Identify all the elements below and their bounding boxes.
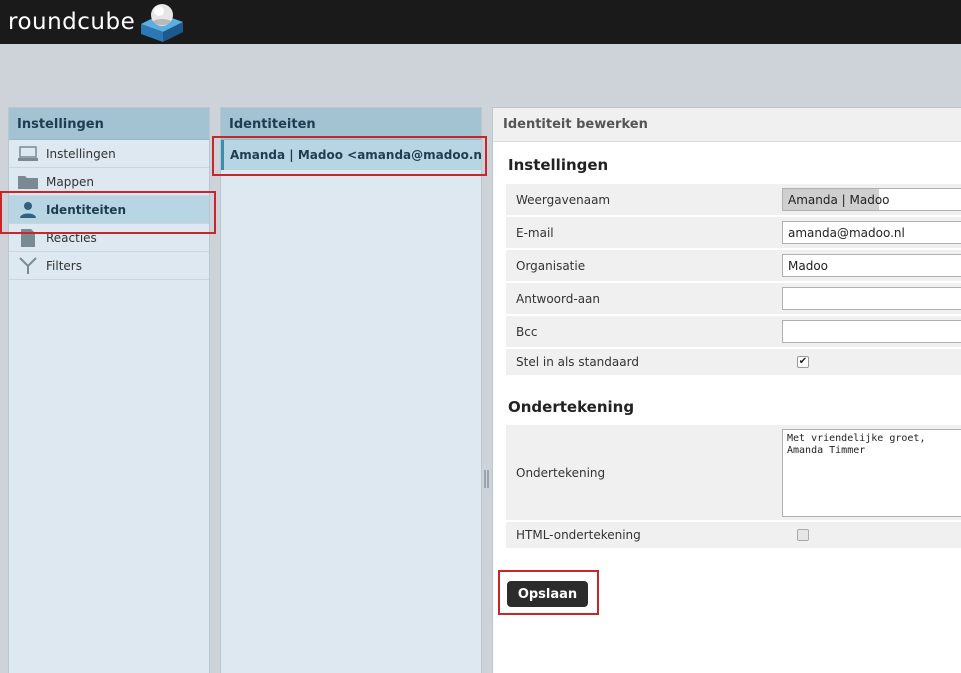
- default-row: Stel in als standaard ✔: [506, 349, 961, 377]
- identity-edit-panel: Identiteit bewerken Instellingen Weergav…: [492, 107, 961, 673]
- default-checkbox[interactable]: ✔: [797, 356, 809, 368]
- signature-row: Ondertekening Met vriendelijke groet, Am…: [506, 425, 961, 522]
- settings-panel-title: Instellingen: [9, 108, 209, 140]
- roundcube-logo[interactable]: roundcube: [8, 4, 185, 42]
- default-label: Stel in als standaard: [516, 355, 639, 369]
- email-input[interactable]: [782, 221, 961, 244]
- nav-item-filters[interactable]: Filters: [9, 252, 209, 280]
- panel-splitter[interactable]: [484, 470, 490, 492]
- display-name-input[interactable]: [782, 188, 961, 211]
- nav-item-label: Mappen: [46, 174, 94, 189]
- identity-settings-form: Weergavenaam E-mail Organisatie Antwoord…: [506, 184, 961, 377]
- settings-panel: Instellingen Instellingen Mappen Identit…: [8, 107, 210, 673]
- bcc-row: Bcc: [506, 316, 961, 349]
- nav-item-identiteiten[interactable]: Identiteiten: [9, 196, 209, 224]
- top-bar: roundcube: [0, 0, 961, 44]
- identities-panel: Identiteiten Amanda | Madoo <amanda@mado…: [220, 107, 482, 673]
- settings-section-title: Instellingen: [508, 156, 609, 174]
- organization-input[interactable]: [782, 254, 961, 277]
- save-button[interactable]: Opslaan: [507, 581, 588, 607]
- bcc-label: Bcc: [516, 324, 538, 339]
- email-label: E-mail: [516, 225, 554, 240]
- folder-icon: [18, 172, 38, 192]
- roundcube-cube-icon: [141, 4, 184, 42]
- nav-item-label: Reacties: [46, 230, 97, 245]
- reply-to-label: Antwoord-aan: [516, 291, 600, 306]
- nav-item-mappen[interactable]: Mappen: [9, 168, 209, 196]
- identities-panel-title: Identiteiten: [221, 108, 481, 140]
- html-signature-checkbox[interactable]: [797, 529, 809, 541]
- organization-label: Organisatie: [516, 258, 586, 273]
- email-row: E-mail: [506, 217, 961, 250]
- document-icon: [18, 228, 38, 248]
- person-icon: [18, 200, 38, 220]
- nav-item-label: Identiteiten: [46, 202, 126, 217]
- nav-item-reacties[interactable]: Reacties: [9, 224, 209, 252]
- signature-textarea[interactable]: Met vriendelijke groet, Amanda Timmer: [782, 428, 961, 517]
- reply-to-row: Antwoord-aan: [506, 283, 961, 316]
- identity-list-item[interactable]: Amanda | Madoo <amanda@madoo.n...: [221, 140, 481, 170]
- reply-to-input[interactable]: [782, 287, 961, 310]
- display-name-row: Weergavenaam: [506, 184, 961, 217]
- logo-text: roundcube: [8, 9, 136, 35]
- signature-label: Ondertekening: [516, 465, 606, 480]
- bcc-input[interactable]: [782, 320, 961, 343]
- filter-icon: [18, 256, 38, 276]
- nav-item-instellingen[interactable]: Instellingen: [9, 140, 209, 168]
- html-signature-row: HTML-ondertekening: [506, 522, 961, 550]
- nav-item-label: Filters: [46, 258, 82, 273]
- display-name-label: Weergavenaam: [516, 192, 611, 207]
- nav-item-label: Instellingen: [46, 146, 116, 161]
- settings-nav-list: Instellingen Mappen Identiteiten Reactie…: [9, 140, 209, 280]
- html-signature-label: HTML-ondertekening: [516, 528, 641, 542]
- signature-form: Ondertekening Met vriendelijke groet, Am…: [506, 425, 961, 550]
- organization-row: Organisatie: [506, 250, 961, 283]
- edit-panel-title: Identiteit bewerken: [493, 108, 961, 142]
- signature-section-title: Ondertekening: [508, 398, 635, 416]
- computer-icon: [18, 144, 38, 164]
